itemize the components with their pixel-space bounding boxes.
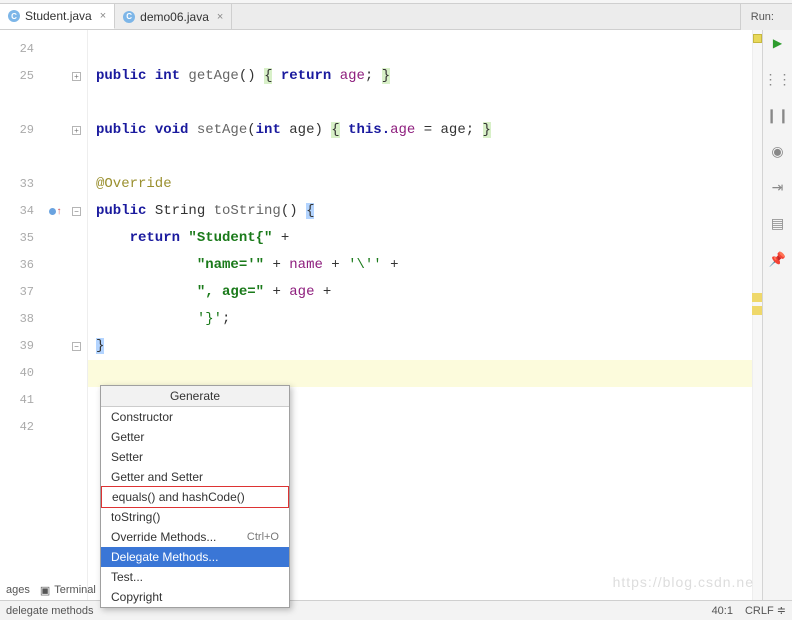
line-separator[interactable]: CRLF ≑: [745, 604, 786, 617]
generate-item-getter[interactable]: Getter: [101, 427, 289, 447]
generate-item-delegate-methods[interactable]: Delegate Methods...: [101, 547, 289, 567]
layout-icon[interactable]: ▤: [769, 214, 787, 232]
editor-tab-bar: C Student.java × C demo06.java ×: [0, 4, 792, 30]
tool-window-tabs: ages ▣Terminal: [0, 580, 96, 600]
override-marker-icon[interactable]: ↑: [49, 206, 62, 217]
warning-marker[interactable]: [752, 293, 762, 302]
warning-marker[interactable]: [752, 306, 762, 315]
error-stripe[interactable]: [752, 30, 762, 600]
tool-tab-terminal[interactable]: ▣Terminal: [40, 584, 96, 597]
run-label: Run:: [751, 11, 774, 23]
terminal-icon: ▣: [40, 584, 50, 597]
generate-item-test[interactable]: Test...: [101, 567, 289, 587]
generate-popup: Generate Constructor Getter Setter Gette…: [100, 385, 290, 608]
inspection-status-icon[interactable]: [753, 34, 762, 43]
watermark-text: https://blog.csdn.ne: [613, 574, 754, 590]
generate-item-equals-hashcode[interactable]: equals() and hashCode(): [101, 486, 289, 508]
generate-item-constructor[interactable]: Constructor: [101, 407, 289, 427]
tab-demo06-java[interactable]: C demo06.java ×: [115, 4, 232, 29]
generate-item-setter[interactable]: Setter: [101, 447, 289, 467]
tool-tab-messages[interactable]: ages: [6, 584, 30, 596]
tab-label: demo06.java: [140, 10, 209, 24]
class-icon: C: [123, 11, 135, 23]
class-icon: C: [8, 10, 20, 22]
generate-popup-title: Generate: [101, 386, 289, 407]
pin-icon[interactable]: 📌: [769, 250, 787, 268]
pause-icon[interactable]: ❙❙: [769, 106, 787, 124]
status-message: delegate methods: [6, 605, 93, 617]
run-panel-header: Run:: [740, 4, 792, 30]
tab-student-java[interactable]: C Student.java ×: [0, 4, 115, 29]
generate-item-override-methods[interactable]: Override Methods...Ctrl+O: [101, 527, 289, 547]
debug-icon[interactable]: ⋮⋮: [769, 70, 787, 88]
right-toolbar: ▶ ⋮⋮ ❙❙ ◉ ⇥ ▤ 📌: [762, 30, 792, 600]
close-icon[interactable]: ×: [217, 11, 223, 23]
line-number-gutter: 24 25 29 33 34 35 36 37 38 39 40 41 42: [0, 30, 44, 600]
marker-gutter: ↑: [44, 30, 66, 600]
fold-expand-icon[interactable]: +: [72, 72, 81, 81]
exit-icon[interactable]: ⇥: [769, 178, 787, 196]
generate-item-tostring[interactable]: toString(): [101, 507, 289, 527]
fold-gutter: + + − −: [66, 30, 88, 600]
tab-label: Student.java: [25, 9, 92, 23]
camera-icon[interactable]: ◉: [769, 142, 787, 160]
fold-collapse-icon[interactable]: −: [72, 207, 81, 216]
close-icon[interactable]: ×: [100, 10, 106, 22]
run-icon[interactable]: ▶: [769, 34, 787, 52]
generate-item-copyright[interactable]: Copyright: [101, 587, 289, 607]
caret-position[interactable]: 40:1: [712, 605, 733, 617]
fold-expand-icon[interactable]: +: [72, 126, 81, 135]
fold-collapse-icon[interactable]: −: [72, 342, 81, 351]
generate-item-getter-and-setter[interactable]: Getter and Setter: [101, 467, 289, 487]
current-line-highlight: [88, 360, 762, 387]
